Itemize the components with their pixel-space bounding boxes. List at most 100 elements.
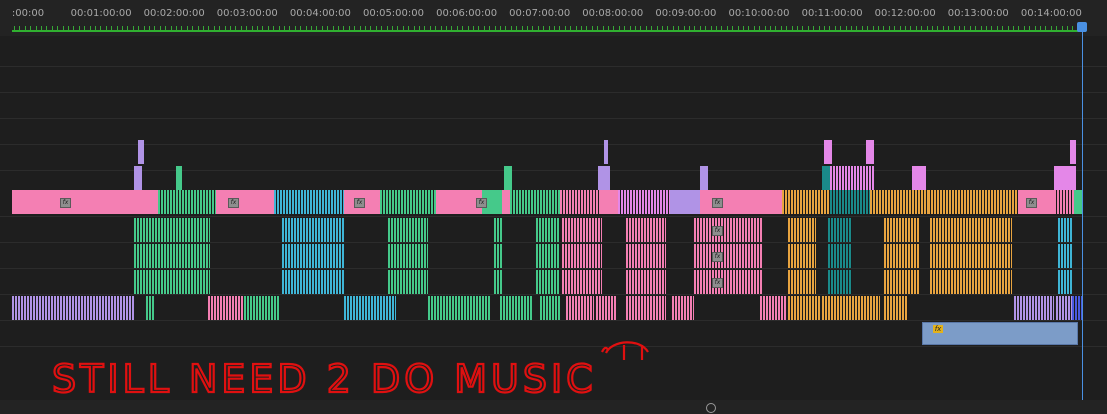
graphic-clip[interactable]: fx — [922, 322, 1078, 345]
audio-clip[interactable] — [930, 270, 1012, 294]
audio-clip[interactable] — [626, 296, 666, 320]
audio-clip[interactable] — [788, 296, 820, 320]
video-clip[interactable] — [502, 190, 510, 214]
video-clip[interactable] — [1054, 166, 1076, 190]
audio-clip[interactable] — [536, 270, 560, 294]
audio-clip[interactable] — [566, 296, 594, 320]
audio-clip[interactable] — [788, 218, 816, 242]
audio-clip[interactable] — [828, 244, 852, 268]
video-clip[interactable] — [782, 190, 830, 214]
audio-clip[interactable] — [494, 270, 502, 294]
audio-clip[interactable] — [562, 218, 602, 242]
video-clip[interactable] — [274, 190, 344, 214]
audio-clip[interactable] — [244, 296, 280, 320]
audio-clip[interactable] — [822, 296, 880, 320]
audio-clip[interactable] — [134, 270, 210, 294]
audio-clip[interactable] — [282, 218, 344, 242]
audio-clip[interactable] — [562, 270, 602, 294]
audio-clip[interactable] — [694, 218, 762, 242]
audio-clip[interactable] — [788, 270, 816, 294]
audio-clip[interactable] — [536, 218, 560, 242]
audio-clip[interactable] — [884, 296, 908, 320]
audio-clip[interactable] — [428, 296, 490, 320]
audio-clip[interactable] — [626, 270, 666, 294]
video-clip[interactable] — [134, 166, 142, 190]
audio-clip[interactable] — [694, 270, 762, 294]
video-clip[interactable] — [504, 166, 512, 190]
video-clip[interactable] — [928, 190, 1018, 214]
audio-clip[interactable] — [282, 270, 344, 294]
audio-clip[interactable] — [494, 244, 502, 268]
audio-clip[interactable] — [134, 218, 210, 242]
video-clip[interactable] — [830, 190, 870, 214]
video-clip[interactable] — [1074, 190, 1082, 214]
audio-clip[interactable] — [596, 296, 616, 320]
audio-clip[interactable] — [12, 296, 134, 320]
video-clip[interactable] — [604, 140, 608, 164]
video-clip[interactable] — [134, 190, 158, 214]
audio-clip[interactable] — [1072, 296, 1082, 320]
ruler-tick — [559, 26, 561, 30]
video-clip[interactable] — [380, 190, 436, 214]
audio-clip[interactable] — [626, 218, 666, 242]
video-clip[interactable] — [824, 140, 832, 164]
video-clip[interactable] — [138, 140, 144, 164]
ruler-tick — [861, 26, 863, 30]
time-ruler[interactable]: :00:00 00:01:00:00 00:02:00:00 00:03:00:00 0… — [0, 0, 1107, 36]
video-clip[interactable] — [600, 190, 618, 214]
audio-clip[interactable] — [884, 270, 920, 294]
audio-clip[interactable] — [1058, 270, 1072, 294]
audio-clip[interactable] — [344, 296, 396, 320]
audio-clip[interactable] — [788, 244, 816, 268]
audio-clip[interactable] — [828, 218, 852, 242]
audio-clip[interactable] — [388, 218, 428, 242]
video-clip[interactable] — [1070, 140, 1076, 164]
playhead-handle[interactable] — [1077, 22, 1087, 32]
audio-clip[interactable] — [672, 296, 694, 320]
audio-clip[interactable] — [134, 244, 210, 268]
audio-clip[interactable] — [562, 244, 602, 268]
audio-clip[interactable] — [536, 244, 560, 268]
audio-clip[interactable] — [1058, 244, 1072, 268]
video-clip[interactable] — [12, 190, 134, 214]
audio-clip[interactable] — [388, 270, 428, 294]
audio-clip[interactable] — [760, 296, 786, 320]
video-clip[interactable] — [912, 166, 926, 190]
playhead-line[interactable] — [1082, 22, 1083, 400]
video-clip[interactable] — [618, 190, 670, 214]
audio-clip[interactable] — [930, 244, 1012, 268]
video-clip[interactable] — [870, 190, 928, 214]
video-clip[interactable] — [216, 190, 274, 214]
audio-clip[interactable] — [388, 244, 428, 268]
audio-clip[interactable] — [494, 218, 502, 242]
video-clip[interactable] — [158, 190, 216, 214]
audio-clip[interactable] — [282, 244, 344, 268]
audio-clip[interactable] — [626, 244, 666, 268]
audio-clip[interactable] — [930, 218, 1012, 242]
video-clip[interactable] — [560, 190, 600, 214]
audio-clip[interactable] — [146, 296, 154, 320]
scrollbar-thumb[interactable] — [706, 403, 716, 413]
video-clip[interactable] — [670, 190, 700, 214]
audio-clip[interactable] — [540, 296, 560, 320]
video-clip[interactable] — [510, 190, 560, 214]
video-clip[interactable] — [1054, 190, 1074, 214]
audio-clip[interactable] — [1056, 296, 1072, 320]
audio-clip[interactable] — [884, 218, 920, 242]
audio-clip[interactable] — [500, 296, 532, 320]
timeline-tracks[interactable]: fx fx fx fx fx fx fx fx fx — [0, 36, 1107, 400]
audio-clip[interactable] — [1058, 218, 1072, 242]
video-clip[interactable] — [598, 166, 610, 190]
video-clip[interactable] — [830, 166, 874, 190]
audio-clip[interactable] — [694, 244, 762, 268]
audio-clip[interactable] — [884, 244, 920, 268]
audio-clip[interactable] — [208, 296, 244, 320]
audio-clip[interactable] — [1014, 296, 1054, 320]
audio-clip[interactable] — [828, 270, 852, 294]
video-clip[interactable] — [866, 140, 874, 164]
video-clip[interactable] — [176, 166, 182, 190]
video-clip[interactable] — [822, 166, 830, 190]
video-clip[interactable] — [700, 166, 708, 190]
horizontal-scrollbar[interactable] — [0, 400, 1107, 414]
work-area-bar[interactable] — [12, 30, 1086, 32]
